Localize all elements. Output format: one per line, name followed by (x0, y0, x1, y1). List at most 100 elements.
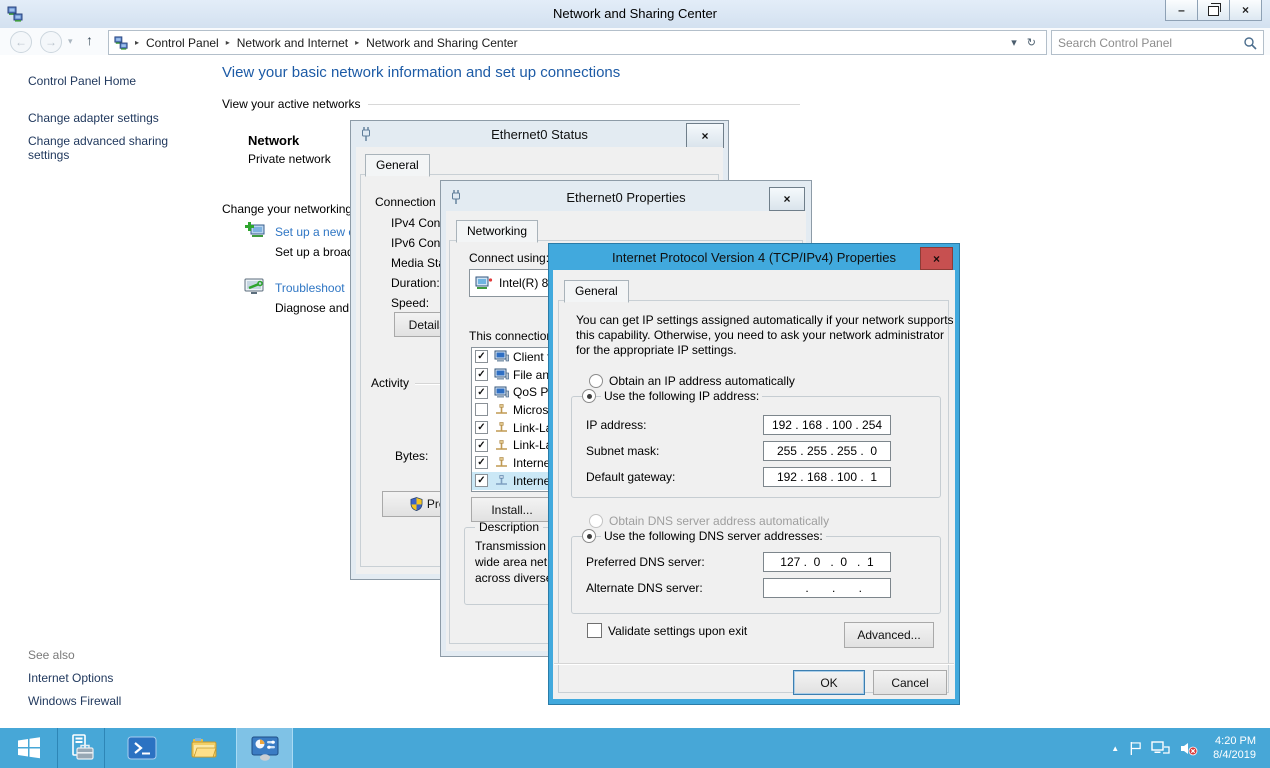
ip-address-field[interactable]: 192 . 168 . 100 . 254 (763, 415, 891, 435)
sidebar-item-windows-firewall[interactable]: Windows Firewall (28, 694, 121, 708)
item-checkbox[interactable]: ✓ (475, 368, 488, 381)
taskbar-item-powershell[interactable] (119, 728, 165, 768)
up-button[interactable]: ↑ (86, 32, 93, 48)
show-hidden-icons-button[interactable]: ▲ (1111, 744, 1119, 753)
minimize-button[interactable]: – (1165, 0, 1198, 21)
tab-networking[interactable]: Networking (456, 220, 538, 243)
preferred-dns-field[interactable]: 127 . 0 . 0 . 1 (763, 552, 891, 572)
taskbar-item-control-panel[interactable] (236, 728, 293, 768)
taskbar-item-server-manager[interactable] (58, 728, 104, 768)
close-button[interactable]: × (1229, 0, 1262, 21)
obtain-ip-label: Obtain an IP address automatically (609, 374, 795, 388)
bytes-label: Bytes: (395, 449, 428, 463)
speed-label: Speed: (391, 296, 429, 310)
desktop: Network and Sharing Center – × ← → ▾ ↑ ▸… (0, 0, 1270, 768)
uac-shield-icon (410, 497, 423, 511)
active-networks-label: View your active networks (222, 97, 361, 111)
breadcrumb-network-sharing[interactable]: Network and Sharing Center (366, 36, 517, 50)
search-input[interactable] (1052, 36, 1243, 50)
connection-group-label: Connection (375, 195, 436, 209)
dialog-titlebar[interactable]: Ethernet0 Properties (441, 181, 811, 211)
restore-button[interactable] (1197, 0, 1230, 21)
ipv6-connectivity-label: IPv6 Conn (391, 236, 447, 250)
clock-time: 4:20 PM (1213, 734, 1256, 748)
advanced-button[interactable]: Advanced... (844, 622, 934, 648)
back-button[interactable]: ← (10, 31, 32, 53)
network-tray-icon[interactable] (1151, 741, 1170, 756)
setup-new-connection-link[interactable]: Set up a new c (275, 225, 354, 239)
back-icon: ← (15, 35, 27, 49)
use-ip-radio[interactable] (582, 389, 596, 403)
window-titlebar: Network and Sharing Center – × (0, 0, 1270, 28)
action-center-flag-icon[interactable] (1129, 741, 1142, 756)
breadcrumb-control-panel[interactable]: Control Panel (146, 36, 219, 50)
item-checkbox[interactable]: ✓ (475, 474, 488, 487)
dialog-title: Ethernet0 Status (351, 127, 728, 142)
close-button[interactable]: × (920, 247, 953, 270)
system-tray: ▲ 4:20 PM 8/4/2019 (1111, 728, 1270, 768)
alternate-dns-field[interactable]: . . . (763, 578, 891, 598)
sidebar-item-control-panel-home[interactable]: Control Panel Home (28, 74, 136, 88)
clock[interactable]: 4:20 PM 8/4/2019 (1213, 734, 1256, 762)
network-name: Network (248, 133, 299, 148)
start-button[interactable] (0, 728, 57, 768)
item-checkbox[interactable]: ✓ (475, 439, 488, 452)
chevron-down-icon: ▾ (68, 36, 73, 46)
volume-muted-icon[interactable] (1179, 741, 1198, 756)
divider (104, 728, 105, 768)
computer-icon (494, 350, 509, 363)
description-line: Transmission (475, 539, 546, 553)
cancel-button[interactable]: Cancel (873, 670, 947, 695)
search-icon[interactable] (1243, 36, 1257, 50)
close-button[interactable]: × (686, 123, 724, 148)
sidebar-item-internet-options[interactable]: Internet Options (28, 671, 113, 685)
search-box[interactable] (1051, 30, 1264, 55)
tab-general[interactable]: General (564, 280, 629, 303)
sidebar-item-change-advanced-sharing[interactable]: Change advanced sharing settings (28, 134, 178, 162)
tab-general[interactable]: General (365, 154, 430, 177)
crumb-sep-icon: ▸ (135, 38, 139, 47)
protocol-icon (494, 456, 509, 469)
window-title: Network and Sharing Center (0, 6, 1270, 21)
obtain-ip-radio[interactable] (589, 374, 603, 388)
ipv4-properties-dialog: Internet Protocol Version 4 (TCP/IPv4) P… (548, 243, 960, 705)
use-ip-label: Use the following IP address: (601, 389, 762, 403)
item-checkbox[interactable]: ✓ (475, 350, 488, 363)
recent-pages-dropdown[interactable]: ▾ (68, 36, 73, 47)
dialog-titlebar[interactable]: Ethernet0 Status (351, 121, 728, 147)
troubleshoot-icon (243, 277, 267, 299)
see-also-label: See also (28, 648, 75, 662)
network-adapter-icon (475, 276, 493, 290)
item-checkbox[interactable] (475, 403, 488, 416)
install-button[interactable]: Install... (471, 497, 553, 522)
subnet-mask-field[interactable]: 255 . 255 . 255 . 0 (763, 441, 891, 461)
default-gateway-field[interactable]: 192 . 168 . 100 . 1 (763, 467, 891, 487)
close-icon: × (701, 129, 708, 143)
troubleshoot-link[interactable]: Troubleshoot (275, 281, 345, 295)
refresh-icon[interactable]: ↻ (1027, 36, 1036, 49)
minimize-icon: – (1178, 3, 1185, 17)
address-dropdown[interactable]: ▾ (1011, 36, 1017, 49)
address-bar[interactable]: ▸ Control Panel ▸ Network and Internet ▸… (108, 30, 1047, 55)
ok-button[interactable]: OK (793, 670, 865, 695)
dns-groupbox (571, 536, 941, 614)
breadcrumb-network-internet[interactable]: Network and Internet (237, 36, 348, 50)
server-manager-icon (66, 733, 96, 763)
item-checkbox[interactable]: ✓ (475, 421, 488, 434)
ipv4-connectivity-label: IPv4 Conn (391, 216, 447, 230)
close-button[interactable]: × (769, 187, 805, 211)
sidebar-item-change-adapter-settings[interactable]: Change adapter settings (28, 111, 159, 125)
setup-new-connection-desc: Set up a broad (275, 245, 354, 259)
item-checkbox[interactable]: ✓ (475, 386, 488, 399)
item-checkbox[interactable]: ✓ (475, 456, 488, 469)
item-label: Link-La (513, 438, 552, 452)
computer-icon (494, 368, 509, 381)
duration-label: Duration: (391, 276, 440, 290)
forward-button[interactable]: → (40, 31, 62, 53)
connect-using-label: Connect using: (469, 251, 549, 265)
dialog-titlebar[interactable]: Internet Protocol Version 4 (TCP/IPv4) P… (549, 244, 959, 270)
taskbar-item-file-explorer[interactable] (181, 728, 227, 768)
obtain-dns-radio[interactable] (589, 514, 603, 528)
validate-checkbox[interactable] (587, 623, 602, 638)
use-dns-radio[interactable] (582, 529, 596, 543)
